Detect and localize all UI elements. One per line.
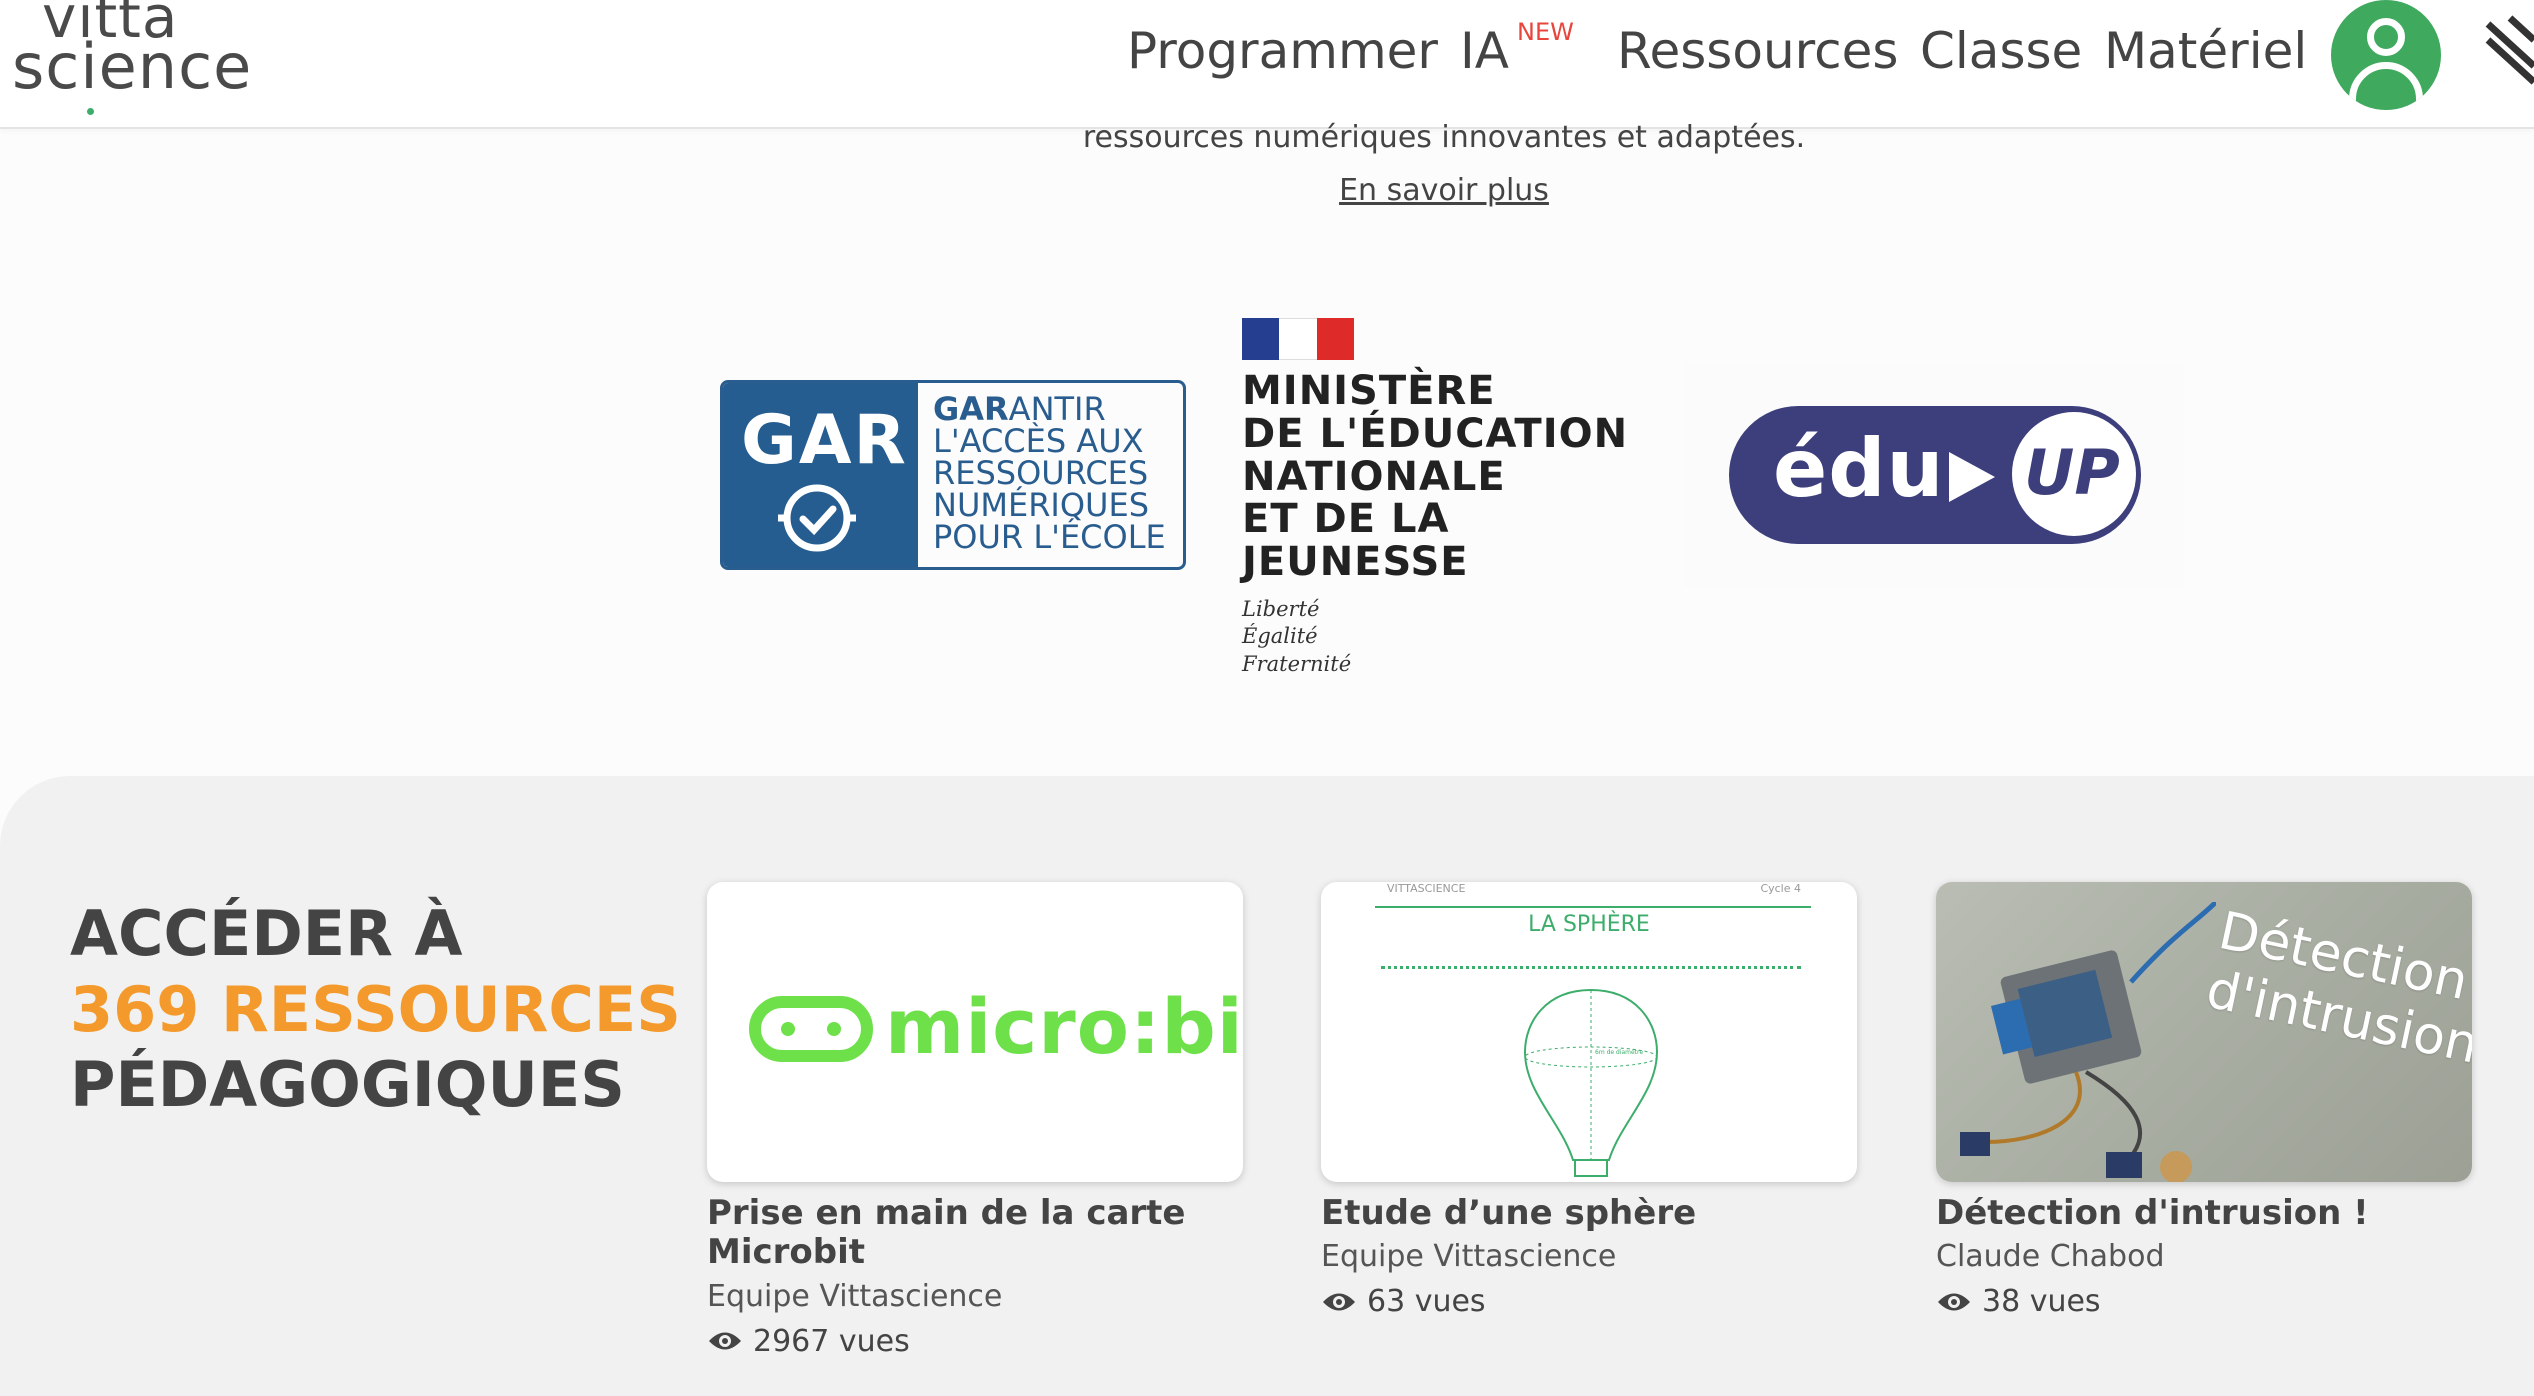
balloon-illustration: 6m de diamètre [1523,988,1659,1177]
card-author: Equipe Vittascience [1321,1239,1617,1275]
card-author: Equipe Vittascience [707,1278,1003,1314]
eye-icon [709,1332,741,1350]
vittascience-logo[interactable]: vitta sci ence [12,0,252,115]
eduup-logo: édu UP [1684,362,2184,587]
play-arrow-icon [1949,452,1995,502]
menu-icon[interactable] [2480,6,2534,86]
ministry-logo: MINISTÈRE DE L'ÉDUCATION NATIONALE ET DE… [1242,318,1682,678]
card-views: 2967 vues [707,1324,1243,1359]
new-badge: NEW [1517,18,1574,46]
top-navbar: vitta sci ence Programmer IA NEW Ressourc… [0,0,2534,129]
card-thumbnail[interactable]: Détection d'intrusion [1936,882,2472,1182]
gar-tagline: GARANTIR L'ACCÈS AUX RESSOURCES NUMÉRIQU… [933,390,1166,556]
thumb-cycle: Cycle 4 [1760,882,1801,895]
nav-programmer[interactable]: Programmer [1127,22,1438,80]
logo-line-2: sci ence [12,35,252,115]
card-title[interactable]: Etude d’une sphère [1321,1193,1857,1233]
resource-card: Détection d'intrusion Détection d'intrus… [1936,882,2472,1319]
ministry-motto: Liberté Égalité Fraternité [1242,596,1352,676]
resources-section: ACCÉDER À 369 RESSOURCES PÉDAGOGIQUES mi… [0,776,2534,1396]
card-thumbnail[interactable]: VITTASCIENCE Cycle 4 LA SPHÈRE 6m de dia… [1321,882,1857,1182]
svg-text:6m de diamètre: 6m de diamètre [1595,1049,1643,1056]
microbit-wordmark: micro:bit [885,982,1243,1071]
eye-icon [1938,1293,1970,1311]
eye-icon [1323,1293,1355,1311]
french-flag-icon [1242,318,1354,360]
card-title[interactable]: Détection d'intrusion ! [1936,1193,2472,1233]
intro-text: ressources numériques innovantes et adap… [1082,120,1806,155]
card-views: 63 vues [1321,1284,1857,1319]
eduup-up: UP [2024,436,2120,509]
card-author: Claude Chabod [1936,1239,2165,1275]
thumb-title: LA SPHÈRE [1528,912,1650,937]
user-avatar-icon[interactable] [2331,0,2441,110]
microbit-icon [749,996,873,1062]
eduup-edu: édu [1773,422,1945,515]
check-circle-icon [778,484,856,552]
card-title[interactable]: Prise en main de la carte Microbit [707,1193,1243,1273]
arduino-photo [1960,902,2216,1182]
nav-ia[interactable]: IA [1460,22,1509,80]
resources-headline: ACCÉDER À 369 RESSOURCES PÉDAGOGIQUES [70,897,681,1122]
learn-more-link[interactable]: En savoir plus [0,173,2534,208]
nav-classe[interactable]: Classe [1920,22,2082,80]
gar-logo: GAR GARANTIR L'ACCÈS AUX RESSOURCES NUMÉ… [720,380,1186,570]
gar-short: GAR [741,401,908,480]
card-thumbnail[interactable]: micro:bit [707,882,1243,1182]
resource-card: VITTASCIENCE Cycle 4 LA SPHÈRE 6m de dia… [1321,882,1857,1319]
nav-materiel[interactable]: Matériel [2104,22,2307,80]
resource-card: micro:bit Prise en main de la carte Micr… [707,882,1243,1359]
card-views: 38 vues [1936,1284,2472,1319]
ministry-title: MINISTÈRE DE L'ÉDUCATION NATIONALE ET DE… [1242,368,1629,586]
nav-ressources[interactable]: Ressources [1617,22,1898,80]
thumb-header: VITTASCIENCE [1387,882,1466,895]
